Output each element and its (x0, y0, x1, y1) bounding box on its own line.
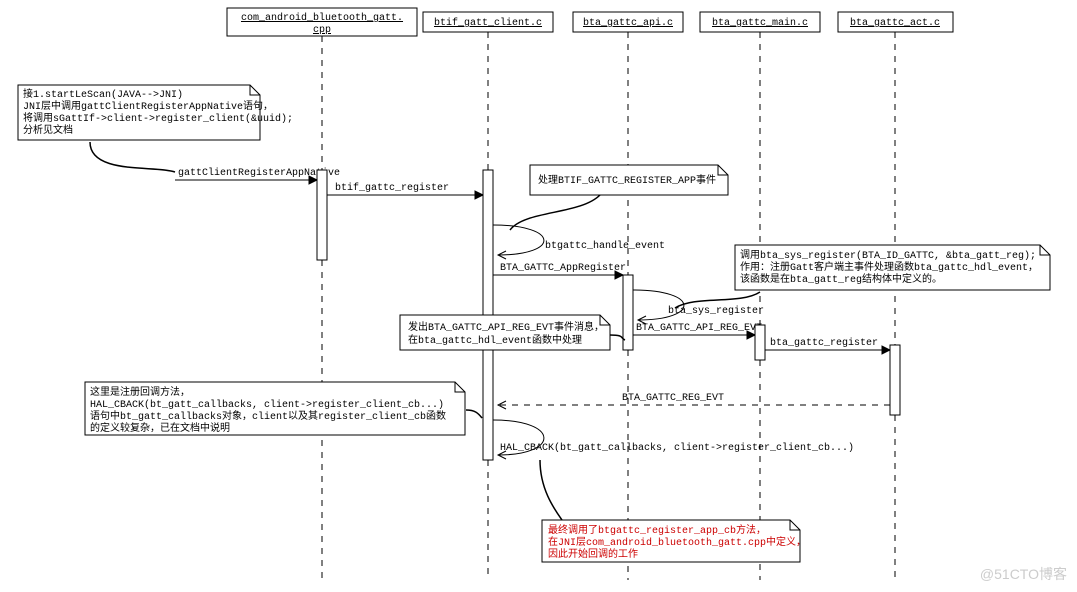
msg-gattClientRegisterAppNative: gattClientRegisterAppNative (175, 167, 340, 184)
activation-l3 (755, 325, 765, 360)
svg-text:btgattc_handle_event: btgattc_handle_event (545, 240, 665, 252)
msg-hal-cback: HAL_CBACK(bt_gatt_callbacks, client->reg… (493, 420, 854, 459)
svg-text:com_android_bluetooth_gatt.: com_android_bluetooth_gatt. (241, 12, 403, 24)
lifeline-bta-gattc-main: bta_gattc_main.c (700, 12, 820, 580)
svg-text:这里是注册回调方法，: 这里是注册回调方法， (90, 385, 190, 399)
note-bta-sys-register: 调用bta_sys_register(BTA_ID_GATTC, &bta_ga… (675, 245, 1050, 308)
activation-l4 (890, 345, 900, 415)
msg-bta-sys-register: bta_sys_register (633, 290, 764, 324)
svg-text:bta_gattc_register: bta_gattc_register (770, 337, 878, 349)
note-hal-cback-definition: 这里是注册回调方法， HAL_CBACK(bt_gatt_callbacks, … (85, 382, 482, 435)
svg-text:btif_gattc_register: btif_gattc_register (335, 182, 449, 194)
msg-bta-gattc-appregister: BTA_GATTC_AppRegister (493, 262, 626, 279)
svg-text:处理BTIF_GATTC_REGISTER_APP事件: 处理BTIF_GATTC_REGISTER_APP事件 (538, 173, 716, 187)
msg-api-reg-evt: BTA_GATTC_API_REG_EVT (633, 323, 762, 339)
svg-text:gattClientRegisterAppNative: gattClientRegisterAppNative (178, 167, 340, 179)
lifeline-label: com_android_bluetooth_gatt. (241, 12, 403, 24)
svg-text:作用：注册Gatt客户端主事件处理函数bta_gattc_h: 作用：注册Gatt客户端主事件处理函数bta_gattc_hdl_event， (740, 260, 1038, 274)
svg-text:BTA_GATTC_API_REG_EVT: BTA_GATTC_API_REG_EVT (636, 323, 762, 334)
note-api-reg-evt: 发出BTA_GATTC_API_REG_EVT事件消息， 在bta_gattc_… (400, 315, 625, 350)
msg-bta-gattc-reg-evt-return: BTA_GATTC_REG_EVT (498, 393, 890, 409)
svg-text:在JNI层com_android_bluetooth_gat: 在JNI层com_android_bluetooth_gatt.cpp中定义， (548, 535, 806, 549)
activation-l0 (317, 170, 327, 260)
msg-btif-gattc-register: btif_gattc_register (327, 182, 483, 199)
lifeline-bta-gattc-act: bta_gattc_act.c (838, 12, 953, 580)
svg-text:在bta_gattc_hdl_event函数中处理: 在bta_gattc_hdl_event函数中处理 (408, 333, 582, 347)
svg-text:JNI层中调用gattClientRegisterAppNa: JNI层中调用gattClientRegisterAppNative语句， (23, 99, 273, 113)
svg-text:BTA_GATTC_AppRegister: BTA_GATTC_AppRegister (500, 262, 626, 274)
svg-text:接1.startLeScan(JAVA-->JNI): 接1.startLeScan(JAVA-->JNI) (23, 87, 183, 101)
svg-text:bta_gattc_act.c: bta_gattc_act.c (850, 17, 940, 29)
svg-text:bta_gattc_api.c: bta_gattc_api.c (583, 17, 673, 29)
watermark: @51CTO博客 (980, 564, 1067, 584)
svg-text:语句中bt_gatt_callbacks对象，client以: 语句中bt_gatt_callbacks对象，client以及其register… (90, 409, 446, 423)
svg-text:发出BTA_GATTC_API_REG_EVT事件消息，: 发出BTA_GATTC_API_REG_EVT事件消息， (408, 320, 604, 334)
note-final-callback: 最终调用了btgattc_register_app_cb方法， 在JNI层com… (540, 460, 806, 562)
svg-text:HAL_CBACK(bt_gatt_callbacks, c: HAL_CBACK(bt_gatt_callbacks, client->reg… (500, 442, 854, 454)
msg-bta-gattc-register: bta_gattc_register (765, 337, 890, 354)
sequence-diagram: com_android_bluetooth_gatt. cpp btif_gat… (0, 0, 1077, 592)
svg-text:bta_sys_register: bta_sys_register (668, 305, 764, 317)
svg-text:因此开始回调的工作: 因此开始回调的工作 (548, 547, 638, 561)
note-btif-register-app-evt: 处理BTIF_GATTC_REGISTER_APP事件 (510, 165, 728, 230)
svg-text:BTA_GATTC_REG_EVT: BTA_GATTC_REG_EVT (622, 393, 724, 404)
svg-text:bta_gattc_main.c: bta_gattc_main.c (712, 17, 808, 29)
msg-btgattc-handle-event: btgattc_handle_event (493, 225, 665, 259)
activation-l2 (623, 275, 633, 350)
svg-text:调用bta_sys_register(BTA_ID_GATT: 调用bta_sys_register(BTA_ID_GATTC, &bta_ga… (740, 249, 1036, 262)
svg-text:将调用sGattIf->client->register_c: 将调用sGattIf->client->register_client(&uui… (23, 112, 293, 125)
svg-text:HAL_CBACK(bt_gatt_callbacks, c: HAL_CBACK(bt_gatt_callbacks, client->reg… (90, 399, 444, 411)
svg-text:的定义较复杂，已在文档中说明: 的定义较复杂，已在文档中说明 (90, 421, 230, 435)
svg-text:cpp: cpp (313, 25, 331, 36)
note-jni-startlescan: 接1.startLeScan(JAVA-->JNI) JNI层中调用gattCl… (18, 85, 293, 172)
svg-text:btif_gatt_client.c: btif_gatt_client.c (434, 17, 542, 29)
svg-text:分析见文档: 分析见文档 (23, 123, 73, 137)
svg-text:该函数是在bta_gatt_reg结构体中定义的。: 该函数是在bta_gatt_reg结构体中定义的。 (740, 272, 942, 286)
svg-text:最终调用了btgattc_register_app_cb方法: 最终调用了btgattc_register_app_cb方法， (548, 523, 766, 537)
